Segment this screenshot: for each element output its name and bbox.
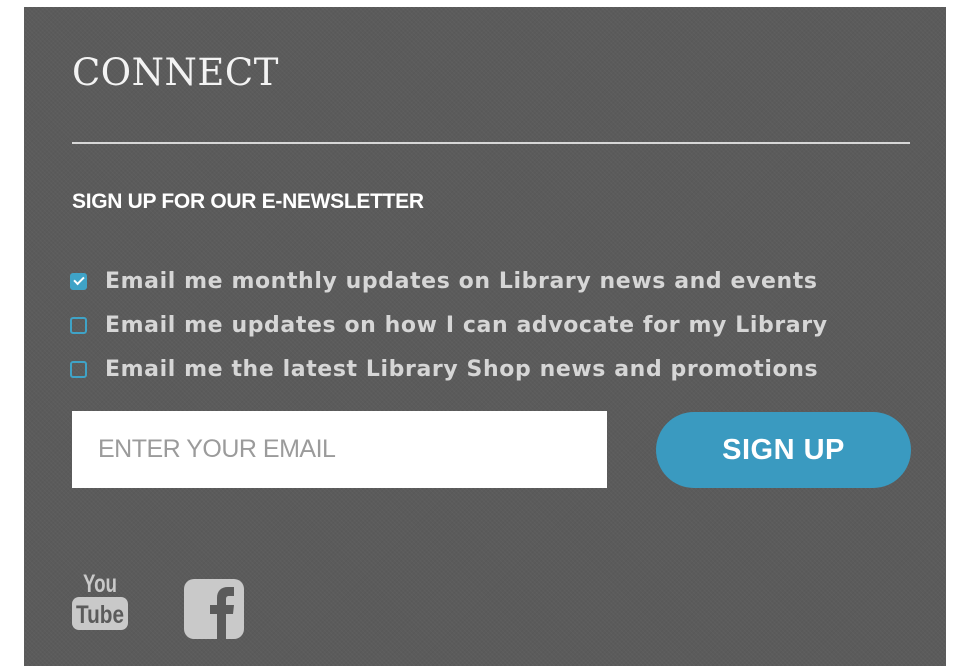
divider	[72, 142, 910, 144]
facebook-link[interactable]	[184, 565, 244, 644]
signup-button[interactable]: SIGN UP	[656, 412, 911, 488]
checkbox-monthly-updates[interactable]	[70, 272, 87, 290]
option-advocate-updates[interactable]: Email me updates on how I can advocate f…	[70, 303, 828, 347]
youtube-link[interactable]: You Tube	[72, 565, 184, 636]
newsletter-options: Email me monthly updates on Library news…	[70, 259, 828, 391]
email-input[interactable]	[72, 411, 607, 488]
youtube-icon-text-bottom: Tube	[76, 601, 124, 629]
social-links: You Tube	[72, 565, 244, 644]
checkbox-shop-news[interactable]	[70, 360, 87, 378]
option-shop-news[interactable]: Email me the latest Library Shop news an…	[70, 347, 828, 391]
option-label: Email me monthly updates on Library news…	[105, 268, 818, 294]
connect-panel: CONNECT SIGN UP FOR OUR E-NEWSLETTER Ema…	[24, 7, 946, 666]
newsletter-title: SIGN UP FOR OUR E-NEWSLETTER	[72, 190, 424, 213]
checkbox-advocate-updates[interactable]	[70, 316, 87, 334]
facebook-icon	[184, 579, 244, 639]
option-monthly-updates[interactable]: Email me monthly updates on Library news…	[70, 259, 828, 303]
checkmark-icon	[72, 273, 85, 286]
connect-heading: CONNECT	[72, 51, 279, 94]
option-label: Email me the latest Library Shop news an…	[105, 356, 819, 382]
youtube-icon: You Tube	[72, 570, 128, 630]
youtube-icon-text-top: You	[83, 570, 117, 598]
option-label: Email me updates on how I can advocate f…	[105, 312, 828, 338]
